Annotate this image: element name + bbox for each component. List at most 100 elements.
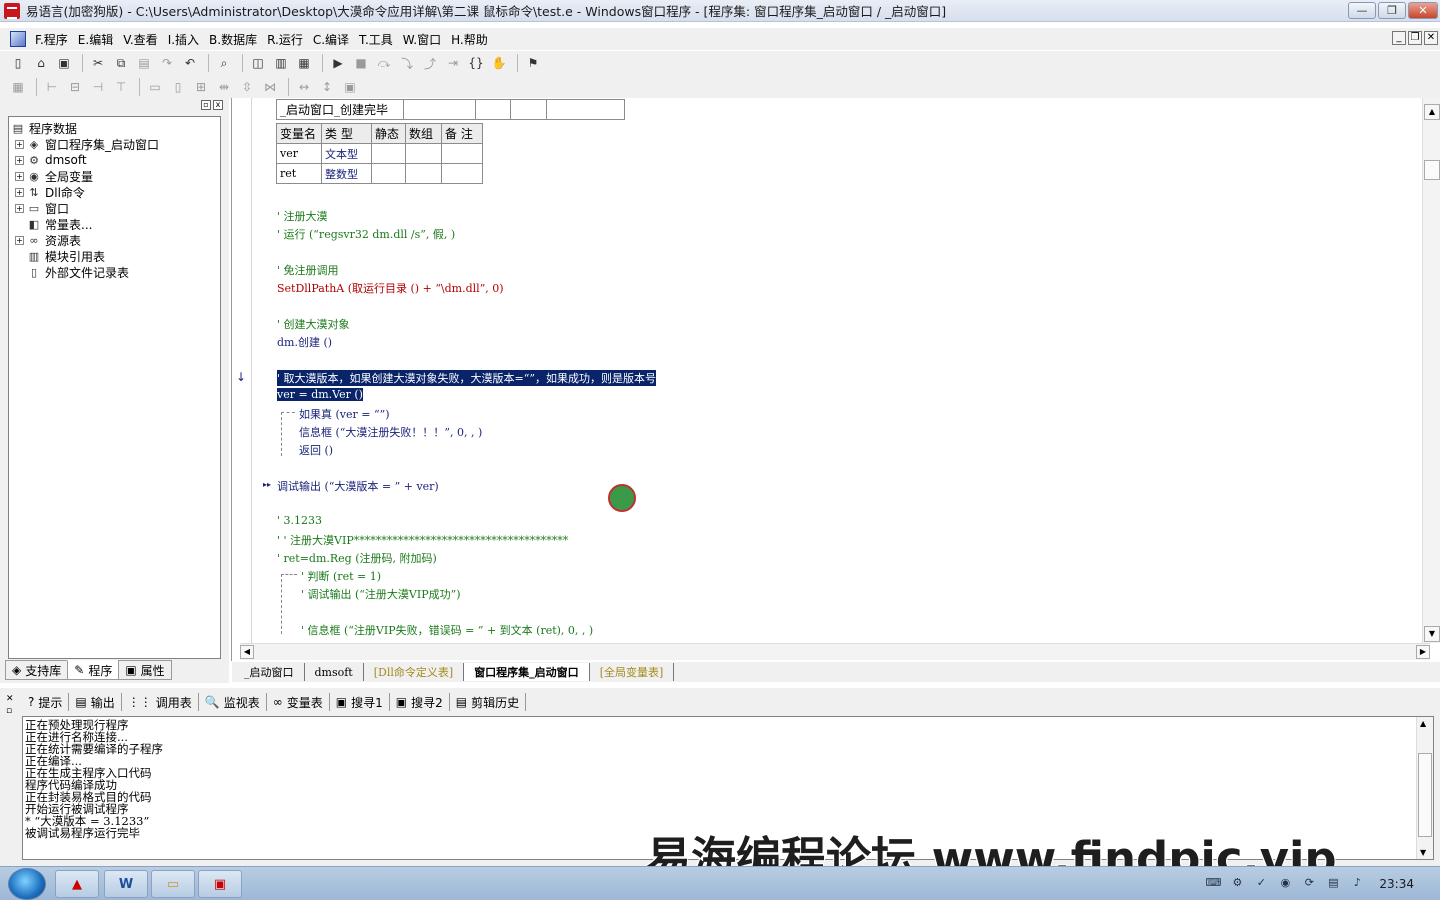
menu-database[interactable]: B.数据库 xyxy=(204,31,262,48)
braces-icon[interactable]: {} xyxy=(466,53,486,73)
panel-close-button[interactable]: x xyxy=(213,100,223,110)
scroll-down-arrow-icon[interactable]: ▼ xyxy=(1420,848,1426,857)
expand-icon[interactable]: + xyxy=(15,155,24,165)
code-editor[interactable]: ↓ ▸▸ _启动窗口_创建完毕 变量名类 型静态 数组备 注 ver 文本型 ret 整数… xyxy=(231,98,1440,661)
tree-item[interactable]: + ◈ 窗口程序集_启动窗口 xyxy=(9,136,220,152)
code-comment[interactable]: ' ' 注册大漠VIP*****************************… xyxy=(277,532,568,548)
keyboard-icon[interactable]: ⌨ xyxy=(1205,876,1221,892)
code-line[interactable]: 如果真 (ver = “”) xyxy=(299,406,390,422)
copy-icon[interactable]: ⧉ xyxy=(111,53,131,73)
code-comment[interactable]: ' 创建大漠对象 xyxy=(277,316,350,332)
save-icon[interactable]: ▣ xyxy=(54,53,74,73)
menu-insert[interactable]: I.插入 xyxy=(163,31,204,48)
table-cell[interactable]: ret xyxy=(276,163,322,184)
editor-vertical-scrollbar[interactable]: ▲ ▼ xyxy=(1422,98,1440,643)
expand-icon[interactable]: + xyxy=(15,203,24,213)
stop-icon[interactable]: ■ xyxy=(351,53,371,73)
step-over-icon[interactable]: ⤼ xyxy=(374,53,394,73)
output-tab[interactable]: 🔍 监视表 xyxy=(199,693,267,711)
space-h-icon[interactable]: ⇹ xyxy=(214,77,234,97)
selected-code-line[interactable]: ver = dm.Ver () xyxy=(277,388,363,401)
output-tab[interactable]: ▣ 搜寻1 xyxy=(330,693,390,711)
table-cell[interactable]: 整数型 xyxy=(321,163,372,184)
tab-program[interactable]: ✎ 程序 xyxy=(67,660,120,680)
center-h-icon[interactable]: ↔ xyxy=(294,77,314,97)
code-line[interactable]: 调试输出 (“大漠版本 = ” + ver) xyxy=(277,478,439,494)
output-tab[interactable]: ▤ 输出 xyxy=(69,693,122,711)
acrobat-icon[interactable]: ▲ xyxy=(55,870,99,898)
security-icon[interactable]: ✓ xyxy=(1253,876,1269,892)
code-line[interactable]: 返回 () xyxy=(299,442,333,458)
center-v-icon[interactable]: ↕ xyxy=(317,77,337,97)
table-cell[interactable] xyxy=(371,143,406,164)
scroll-thumb[interactable] xyxy=(1418,753,1432,837)
editor-tab[interactable]: [Dll命令定义表] xyxy=(364,663,465,681)
find-icon[interactable]: ⌕ xyxy=(214,53,234,73)
menu-tools[interactable]: T.工具 xyxy=(354,31,398,48)
minimize-button[interactable]: — xyxy=(1348,2,1376,19)
table-cell[interactable]: 文本型 xyxy=(321,143,372,164)
layout-1-icon[interactable]: ◫ xyxy=(248,53,268,73)
table-cell[interactable]: ver xyxy=(276,143,322,164)
clock[interactable]: 23:34 xyxy=(1379,877,1414,891)
step-into-icon[interactable]: ⤵ xyxy=(397,53,417,73)
output-tab[interactable]: ⋮⋮ 调用表 xyxy=(122,693,199,711)
redo-icon[interactable]: ↷ xyxy=(157,53,177,73)
align-right-icon[interactable]: ⊣ xyxy=(88,77,108,97)
scroll-right-arrow-icon[interactable]: ▶ xyxy=(1416,645,1430,659)
tree-item[interactable]: ◧ 常量表... xyxy=(9,216,220,232)
tree-item[interactable]: + ⇅ Dll命令 xyxy=(9,184,220,200)
code-line[interactable]: dm.创建 () xyxy=(277,334,332,350)
output-tab[interactable]: ? 提示 xyxy=(22,693,70,711)
panel-pin-icon[interactable]: ▫ xyxy=(6,706,12,716)
expand-icon[interactable]: + xyxy=(15,171,24,181)
scroll-up-arrow-icon[interactable]: ▲ xyxy=(1424,104,1440,120)
hand-icon[interactable]: ✋ xyxy=(489,53,509,73)
table-cell[interactable] xyxy=(371,163,406,184)
code-comment[interactable]: ' 3.1233 xyxy=(277,514,322,527)
tree-item[interactable]: + ▭ 窗口 xyxy=(9,200,220,216)
code-line[interactable]: SetDllPathA (取运行目录 () + “\dm.dll”, 0) xyxy=(277,280,504,296)
output-tab[interactable]: ▣ 搜寻2 xyxy=(390,693,450,711)
mdi-minimize-button[interactable]: _ xyxy=(1392,31,1406,45)
undo-icon[interactable]: ↶ xyxy=(180,53,200,73)
editor-tab[interactable]: dmsoft xyxy=(305,663,364,681)
editor-gutter[interactable]: ↓ ▸▸ xyxy=(232,98,271,643)
cut-icon[interactable]: ✂ xyxy=(88,53,108,73)
selected-code-comment[interactable]: ' 取大漠版本，如果创建大漠对象失败，大漠版本=“”，如果成功，则是版本号 xyxy=(277,370,656,386)
maximize-button[interactable]: ❐ xyxy=(1378,2,1406,19)
code-comment[interactable]: ' ret=dm.Reg (注册码, 附加码) xyxy=(277,550,437,566)
code-comment[interactable]: ' 判断 (ret = 1) xyxy=(301,568,381,584)
tab-properties[interactable]: ▣ 属性 xyxy=(118,660,172,680)
expand-icon[interactable]: + xyxy=(15,187,24,197)
table-cell[interactable] xyxy=(441,143,483,164)
align-top-icon[interactable]: ⊤ xyxy=(111,77,131,97)
expand-icon[interactable]: + xyxy=(15,139,24,149)
code-comment[interactable]: ' 运行 (“regsvr32 dm.dll /s”, 假, ) xyxy=(277,226,455,242)
same-height-icon[interactable]: ▯ xyxy=(168,77,188,97)
scroll-up-arrow-icon[interactable]: ▲ xyxy=(1420,719,1426,728)
explorer-icon[interactable]: ▭ xyxy=(151,870,195,898)
align-center-icon[interactable]: ⊟ xyxy=(65,77,85,97)
tree-item[interactable]: + ⚙ dmsoft xyxy=(9,152,220,168)
sub-name-cell[interactable]: _启动窗口_创建完毕 xyxy=(276,99,404,120)
space-v-icon[interactable]: ⇳ xyxy=(237,77,257,97)
code-comment[interactable]: ' 信息框 (“注册VIP失败，错误码 = ” + 到文本 (ret), 0, … xyxy=(301,622,593,638)
debug-icon[interactable]: ⚑ xyxy=(523,53,543,73)
menu-window[interactable]: W.窗口 xyxy=(398,31,446,48)
panel-pin-button[interactable]: ▫ xyxy=(201,100,211,110)
paste-icon[interactable]: ▤ xyxy=(134,53,154,73)
mdi-close-button[interactable]: ✕ xyxy=(1424,31,1438,45)
network-tool-icon[interactable]: ⚙ xyxy=(1229,876,1245,892)
step-out-icon[interactable]: ⤴ xyxy=(420,53,440,73)
scroll-down-arrow-icon[interactable]: ▼ xyxy=(1424,626,1440,642)
tree-item[interactable]: ▤ 程序数据 xyxy=(9,120,220,136)
volume-icon[interactable]: ♪ xyxy=(1349,876,1365,892)
update-icon[interactable]: ⟳ xyxy=(1301,876,1317,892)
table-cell[interactable] xyxy=(405,143,442,164)
same-width-icon[interactable]: ▭ xyxy=(145,77,165,97)
tree-item[interactable]: ▥ 模块引用表 xyxy=(9,248,220,264)
code-area[interactable]: _启动窗口_创建完毕 变量名类 型静态 数组备 注 ver 文本型 ret 整数型 ' 注… xyxy=(254,98,1419,643)
code-line[interactable]: 信息框 (“大漠注册失败！！！”, 0, , ) xyxy=(299,424,482,440)
distribute-icon[interactable]: ⋈ xyxy=(260,77,280,97)
